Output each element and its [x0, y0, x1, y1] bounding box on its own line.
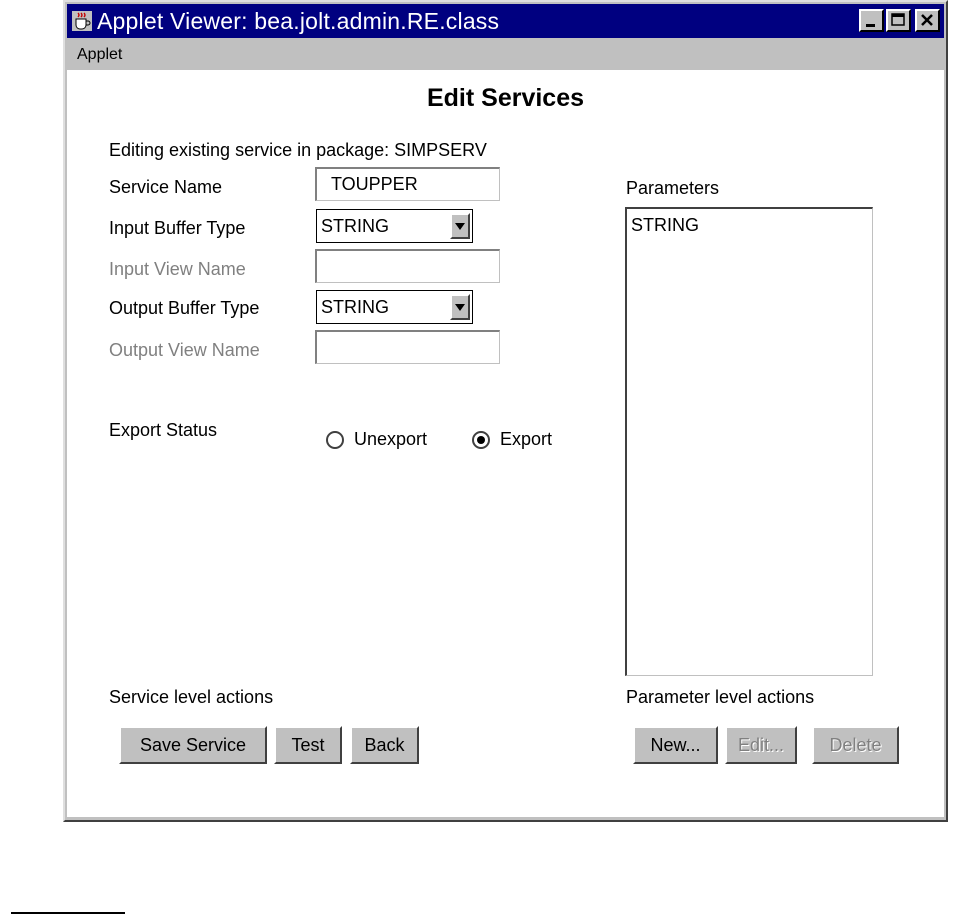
service-name-input[interactable]: TOUPPER: [315, 167, 500, 201]
input-buffer-label: Input Buffer Type: [109, 218, 246, 238]
maximize-button[interactable]: [886, 9, 911, 32]
divider: [11, 912, 125, 914]
radio-selected-icon[interactable]: [472, 430, 490, 449]
window-controls: [859, 9, 940, 32]
new-parameter-button[interactable]: New...: [633, 726, 718, 764]
radio-unexport-label: Unexport: [354, 429, 428, 449]
menu-bar: Applet: [67, 40, 944, 70]
window-title: Applet Viewer: bea.jolt.admin.RE.class: [97, 7, 500, 34]
service-actions-label: Service level actions: [109, 687, 274, 707]
parameter-actions-label: Parameter level actions: [626, 687, 815, 707]
parameters-label: Parameters: [626, 178, 720, 198]
radio-export[interactable]: Export: [472, 429, 552, 450]
back-button[interactable]: Back: [350, 726, 419, 764]
package-subtitle: Editing existing service in package: SIM…: [109, 140, 487, 160]
export-status-label: Export Status: [109, 420, 218, 440]
minimize-button[interactable]: [859, 9, 884, 32]
output-buffer-value: STRING: [321, 297, 390, 317]
save-service-button[interactable]: Save Service: [119, 726, 267, 764]
edit-parameter-button[interactable]: Edit...: [725, 726, 797, 764]
close-icon: [921, 14, 933, 26]
service-name-label: Service Name: [109, 177, 223, 197]
chevron-down-icon[interactable]: [450, 294, 470, 320]
edit-services-panel: Edit Services Editing existing service i…: [67, 70, 944, 818]
radio-circle-icon[interactable]: [326, 430, 344, 449]
input-buffer-value: STRING: [321, 216, 390, 236]
test-button[interactable]: Test: [274, 726, 342, 764]
list-item[interactable]: STRING: [627, 209, 872, 236]
input-view-label: Input View Name: [109, 259, 246, 279]
input-buffer-select[interactable]: STRING: [316, 209, 473, 243]
java-cup-icon: [71, 10, 93, 32]
page-title: Edit Services: [426, 84, 585, 112]
radio-export-label: Export: [500, 429, 553, 449]
delete-parameter-button[interactable]: Delete: [812, 726, 899, 764]
output-view-input[interactable]: [315, 330, 500, 364]
output-buffer-label: Output Buffer Type: [109, 298, 260, 318]
output-buffer-select[interactable]: STRING: [316, 290, 473, 324]
applet-viewer-window: Applet Viewer: bea.jolt.admin.RE.class A…: [63, 0, 948, 822]
menu-applet[interactable]: Applet: [67, 46, 132, 64]
maximize-icon: [891, 13, 905, 26]
minimize-icon: [866, 24, 875, 27]
input-view-input[interactable]: [315, 249, 500, 283]
chevron-down-icon[interactable]: [450, 213, 470, 239]
radio-unexport[interactable]: Unexport: [326, 429, 427, 450]
output-view-label: Output View Name: [109, 340, 260, 360]
title-bar[interactable]: Applet Viewer: bea.jolt.admin.RE.class: [67, 4, 944, 38]
parameters-list[interactable]: STRING: [625, 207, 873, 676]
close-button[interactable]: [915, 9, 940, 32]
